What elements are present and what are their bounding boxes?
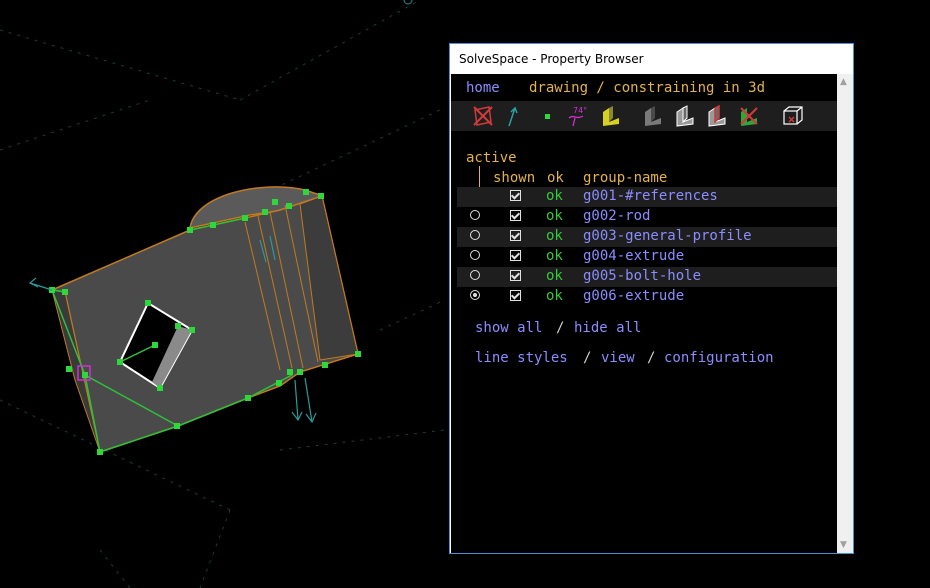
property-browser-content: home drawing / constraining in 3d 74° ac…: [451, 74, 837, 553]
shown-checkbox[interactable]: [510, 270, 521, 281]
link-separator: /: [556, 320, 565, 336]
scroll-up-icon[interactable]: ▲: [840, 77, 847, 87]
ok-column-header: ok: [547, 170, 564, 186]
group-name-link[interactable]: g003-general-profile: [583, 228, 752, 244]
show-all-link[interactable]: show all: [475, 320, 542, 336]
configuration-link[interactable]: configuration: [664, 350, 774, 366]
show-constraints-icon[interactable]: 74°: [567, 104, 591, 128]
shown-checkbox[interactable]: [510, 290, 521, 301]
shown-checkbox[interactable]: [510, 230, 521, 241]
window-title: SolveSpace - Property Browser: [459, 52, 644, 66]
shown-checkbox[interactable]: [510, 250, 521, 261]
show-outline-icon[interactable]: [705, 104, 729, 128]
ok-status: ok: [546, 228, 563, 244]
active-radio[interactable]: [470, 250, 480, 260]
hide-all-link[interactable]: hide all: [574, 320, 641, 336]
group-name-link[interactable]: g005-bolt-hole: [583, 268, 701, 284]
group-row: ok g005-bolt-hole: [457, 267, 837, 287]
shown-column-header: shown: [493, 170, 536, 186]
ok-status: ok: [546, 288, 563, 304]
active-radio[interactable]: [470, 270, 480, 280]
show-workplanes-icon[interactable]: [471, 104, 495, 128]
origin-marker: [403, 0, 413, 5]
ok-status: ok: [546, 208, 563, 224]
show-normals-icon[interactable]: [501, 104, 525, 128]
show-bounding-box-icon[interactable]: [781, 104, 805, 128]
group-name-link[interactable]: g001-#references: [583, 188, 718, 204]
display-toolbar: 74°: [451, 101, 837, 131]
home-link[interactable]: home: [466, 80, 500, 96]
line-styles-link[interactable]: line styles: [475, 350, 568, 366]
property-browser-window[interactable]: SolveSpace - Property Browser home drawi…: [449, 43, 854, 554]
group-name-link[interactable]: g006-extrude: [583, 288, 684, 304]
show-edges-icon[interactable]: [673, 104, 697, 128]
extruded-part[interactable]: [49, 186, 361, 455]
group-row: ok g004-extrude: [457, 247, 837, 267]
active-radio-selected[interactable]: [470, 290, 480, 300]
active-radio[interactable]: [470, 230, 480, 240]
shown-checkbox[interactable]: [510, 210, 521, 221]
ok-status: ok: [546, 268, 563, 284]
link-separator: /: [583, 350, 592, 366]
group-row: ok g002-rod: [457, 207, 837, 227]
ok-status: ok: [546, 188, 563, 204]
group-row: ok g003-general-profile: [457, 227, 837, 247]
svg-text:74°: 74°: [573, 106, 587, 115]
group-row: ok g001-#references: [457, 187, 837, 207]
group-name-column-header: group-name: [583, 170, 668, 186]
show-points-icon[interactable]: [535, 104, 559, 128]
shown-checkbox[interactable]: [510, 190, 521, 201]
group-name-link[interactable]: g002-rod: [583, 208, 650, 224]
group-name-link[interactable]: g004-extrude: [583, 248, 684, 264]
link-separator: /: [647, 350, 656, 366]
active-column-label: active: [466, 150, 517, 166]
scroll-down-icon[interactable]: ▼: [840, 540, 847, 550]
show-faces-icon[interactable]: [599, 104, 623, 128]
show-shaded-icon[interactable]: [641, 104, 665, 128]
view-link[interactable]: view: [601, 350, 635, 366]
page-heading: drawing / constraining in 3d: [529, 80, 766, 96]
ok-status: ok: [546, 248, 563, 264]
vertical-scrollbar[interactable]: ▲ ▼: [837, 74, 853, 553]
show-hidden-lines-icon[interactable]: [737, 104, 761, 128]
active-radio[interactable]: [470, 210, 480, 220]
group-row: ok g006-extrude: [457, 287, 837, 307]
window-titlebar[interactable]: SolveSpace - Property Browser: [450, 44, 853, 74]
